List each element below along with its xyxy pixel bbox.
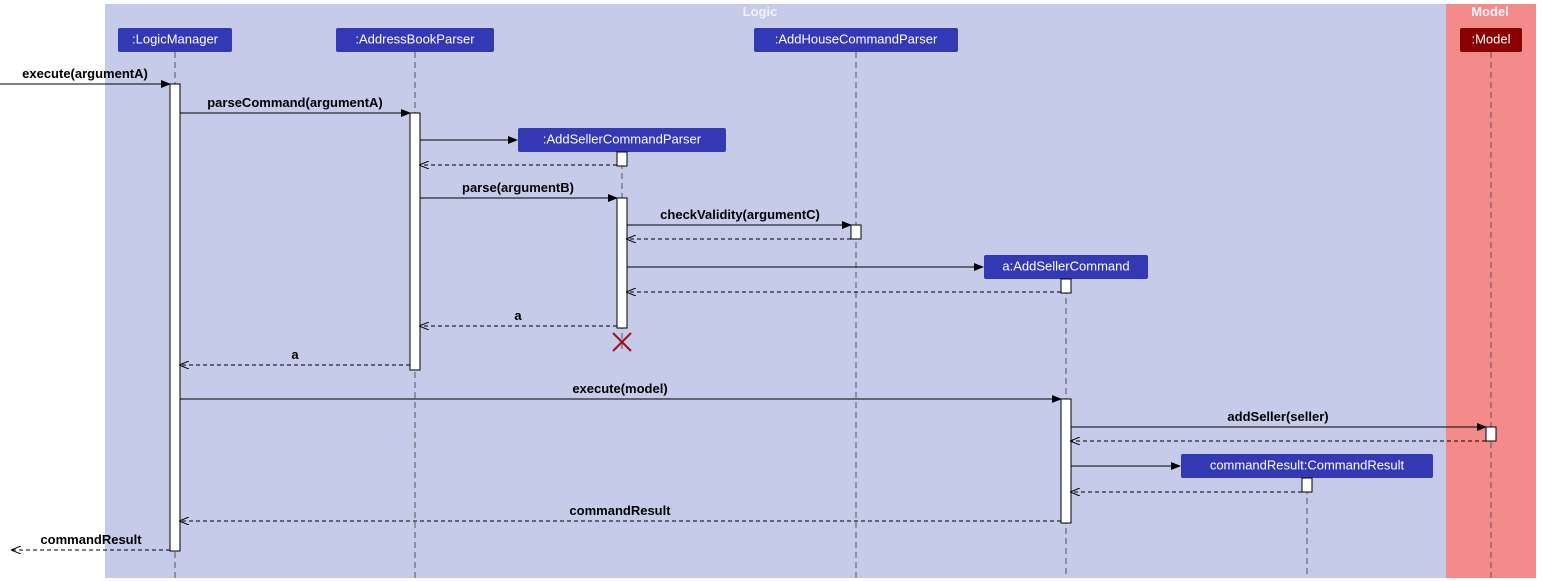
label-addseller: addSeller(seller) bbox=[1227, 409, 1328, 424]
label-model: :Model bbox=[1471, 31, 1510, 46]
label-logicmanager: :LogicManager bbox=[132, 31, 219, 46]
label-final-return: commandResult bbox=[40, 532, 142, 547]
model-region bbox=[1446, 4, 1536, 578]
model-region-label: Model bbox=[1471, 4, 1509, 19]
label-addressbookparser: :AddressBookParser bbox=[355, 31, 475, 46]
label-addsellercommandparser: :AddSellerCommandParser bbox=[543, 131, 702, 146]
activation-addsellercommandparser-parse bbox=[617, 198, 627, 328]
activation-logicmanager bbox=[170, 84, 180, 551]
label-parse-b: parse(argumentB) bbox=[462, 180, 574, 195]
activation-addsellercommand-create bbox=[1061, 279, 1071, 293]
label-parsecommand: parseCommand(argumentA) bbox=[207, 95, 383, 110]
label-commandresult: commandResult:CommandResult bbox=[1210, 457, 1405, 472]
activation-model-addseller bbox=[1486, 427, 1496, 441]
activation-addhousecommandparser-check bbox=[851, 225, 861, 239]
label-a1: a bbox=[514, 308, 522, 323]
activation-addsellercommand-exec bbox=[1061, 399, 1071, 523]
logic-region-label: Logic bbox=[743, 4, 778, 19]
activation-addsellercommandparser-create bbox=[617, 152, 627, 166]
sequence-diagram: Logic Model :LogicManager :AddressBookPa… bbox=[0, 0, 1542, 581]
label-addhousecommandparser: :AddHouseCommandParser bbox=[775, 31, 938, 46]
label-addsellercommand: a:AddSellerCommand bbox=[1002, 258, 1129, 273]
label-execute-model: execute(model) bbox=[572, 381, 667, 396]
label-a2: a bbox=[291, 347, 299, 362]
label-checkvalidity: checkValidity(argumentC) bbox=[660, 207, 820, 222]
activation-addressbookparser bbox=[410, 113, 420, 370]
label-execute-arga: execute(argumentA) bbox=[22, 66, 148, 81]
label-return-commandresult: commandResult bbox=[569, 503, 671, 518]
activation-commandresult bbox=[1302, 478, 1312, 492]
